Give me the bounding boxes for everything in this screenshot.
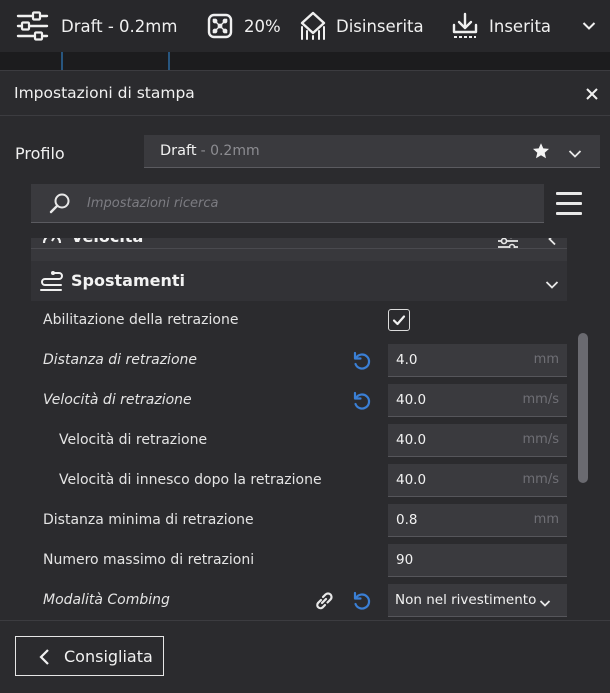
retraction-speed-input[interactable]: 40.0 mm/s — [388, 384, 567, 417]
setting-label: Numero massimo di retrazioni — [43, 552, 255, 568]
field-unit: mm/s — [522, 472, 559, 487]
field-unit: mm/s — [522, 432, 559, 447]
chevron-down-icon — [582, 21, 596, 31]
viewport-edge-mark — [61, 52, 63, 70]
divider — [31, 248, 567, 249]
retraction-count-max-input[interactable]: 90 — [388, 544, 567, 577]
print-settings-panel: Impostazioni di stampa Profilo Draft - 0… — [0, 70, 610, 693]
link-icon[interactable] — [313, 590, 335, 616]
setting-label: Modalità Combing — [43, 592, 170, 608]
chevron-left-icon — [39, 649, 49, 665]
reset-icon[interactable] — [351, 590, 373, 616]
settings-visibility-menu-button[interactable] — [555, 191, 583, 217]
search-icon — [49, 192, 71, 218]
viewport-strip — [0, 52, 610, 70]
setting-label: Velocità di retrazione — [59, 432, 208, 448]
close-icon — [586, 85, 598, 104]
settings-search[interactable] — [31, 184, 544, 223]
setting-row-retraction-enable: Abilitazione della retrazione — [31, 301, 567, 341]
field-unit: mm/s — [522, 392, 559, 407]
category-title: Spostamenti — [71, 271, 185, 290]
sliders-icon — [16, 11, 49, 41]
setting-label: Velocità di retrazione — [43, 392, 192, 408]
infill-button[interactable]: 20% — [207, 0, 281, 52]
divider — [0, 620, 610, 621]
star-icon[interactable] — [532, 142, 550, 164]
retraction-prime-speed-input[interactable]: 40.0 mm/s — [388, 464, 567, 497]
setting-row-retraction-count-max: Numero massimo di retrazioni 90 — [31, 541, 567, 581]
profile-summary-button[interactable]: Draft - 0.2mm — [16, 0, 177, 52]
profile-label: Profilo — [15, 144, 65, 163]
viewport-edge-mark — [168, 52, 170, 70]
field-value: Non nel rivestimento — [395, 592, 537, 608]
category-title: Velocità — [71, 238, 143, 246]
setting-row-retraction-min-travel: Distanza minima di retrazione 0.8 mm — [31, 501, 567, 541]
setting-row-retraction-distance: Distanza di retrazione 4.0 mm — [31, 341, 567, 381]
field-value: 90 — [396, 552, 414, 568]
field-unit: mm — [533, 512, 559, 527]
settings-scrollbar[interactable] — [578, 333, 588, 483]
retraction-retract-speed-input[interactable]: 40.0 mm/s — [388, 424, 567, 457]
field-value: 40.0 — [396, 392, 427, 408]
adhesion-button[interactable]: Inserita — [452, 0, 551, 52]
retraction-min-travel-input[interactable]: 0.8 mm — [388, 504, 567, 537]
retraction-enable-checkbox[interactable] — [388, 309, 410, 331]
category-travel[interactable]: Spostamenti — [31, 261, 567, 301]
setting-row-retraction-prime-speed: Velocità di innesco dopo la retrazione 4… — [31, 461, 567, 501]
setting-label: Distanza minima di retrazione — [43, 512, 254, 528]
setting-label: Distanza di retrazione — [43, 352, 197, 368]
setting-row-combing-mode: Modalità Combing Non nel rivestimento — [31, 581, 567, 617]
combing-mode-dropdown[interactable]: Non nel rivestimento — [388, 584, 567, 617]
divider — [0, 115, 610, 116]
profile-dropdown[interactable]: Draft - 0.2mm — [144, 135, 600, 168]
field-value: 40.0 — [396, 432, 427, 448]
profile-name: Draft — [160, 143, 197, 159]
chevron-down-icon — [539, 593, 551, 612]
chevron-down-icon — [568, 144, 582, 163]
settings-list[interactable]: Velocità Spostamenti — [31, 238, 567, 617]
adhesion-icon — [452, 12, 478, 40]
support-button[interactable]: Disinserita — [299, 0, 424, 52]
profile-layer-height: - 0.2mm — [200, 143, 260, 159]
field-unit: mm — [533, 352, 559, 367]
retraction-distance-input[interactable]: 4.0 mm — [388, 344, 567, 377]
travel-icon — [39, 270, 63, 296]
topbar-expand-button[interactable] — [582, 0, 596, 52]
field-value: 40.0 — [396, 472, 427, 488]
infill-icon — [207, 13, 233, 39]
category-speed[interactable]: Velocità — [31, 238, 567, 261]
settings-sliders-icon[interactable] — [497, 238, 519, 253]
panel-title: Impostazioni di stampa — [14, 84, 195, 102]
field-value: 0.8 — [396, 512, 418, 528]
reset-icon[interactable] — [351, 390, 373, 416]
print-setup-topbar: Draft - 0.2mm 20% Disinserita Inserita — [0, 0, 610, 52]
recommended-label: Consigliata — [64, 647, 153, 666]
support-label: Disinserita — [336, 16, 424, 36]
support-icon — [299, 11, 327, 41]
reset-icon[interactable] — [351, 350, 373, 376]
close-button[interactable] — [583, 85, 601, 103]
recommended-mode-button[interactable]: Consigliata — [15, 636, 164, 676]
profile-summary-label: Draft - 0.2mm — [61, 16, 178, 36]
adhesion-label: Inserita — [489, 16, 552, 36]
setting-row-retraction-retract-speed: Velocità di retrazione 40.0 mm/s — [31, 421, 567, 461]
field-value: 4.0 — [396, 352, 418, 368]
infill-label: 20% — [244, 16, 281, 36]
chevron-down-icon — [545, 275, 559, 294]
search-input[interactable] — [87, 192, 527, 214]
setting-label: Velocità di innesco dopo la retrazione — [59, 472, 322, 488]
setting-label: Abilitazione della retrazione — [43, 312, 239, 328]
setting-row-retraction-speed: Velocità di retrazione 40.0 mm/s — [31, 381, 567, 421]
